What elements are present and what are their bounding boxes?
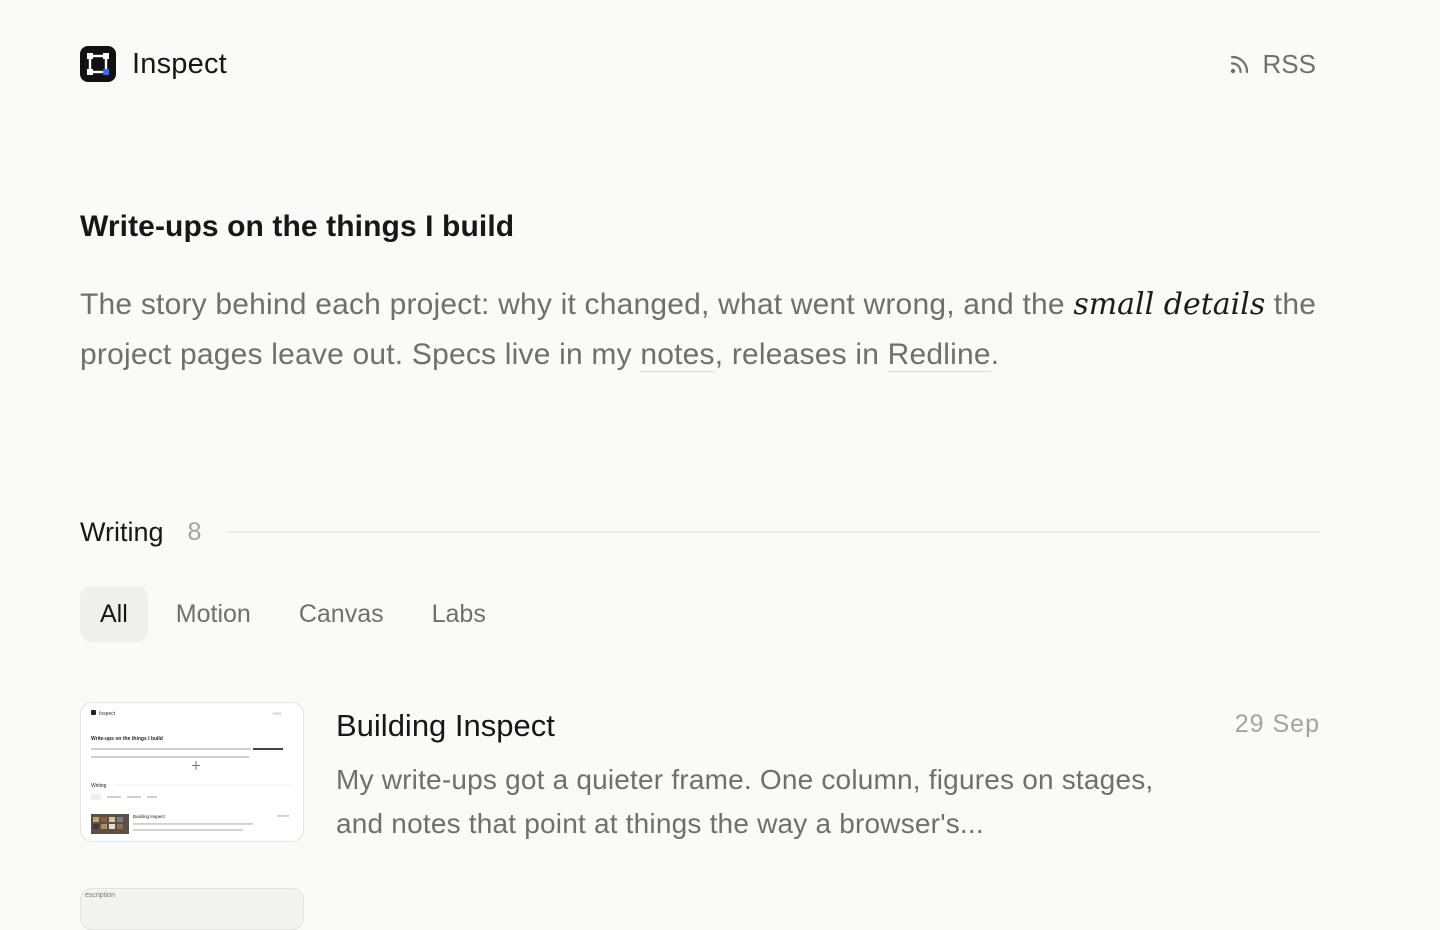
writing-section-header: Writing 8 bbox=[80, 514, 1320, 550]
rss-link[interactable]: RSS bbox=[1229, 49, 1316, 80]
post-title[interactable]: Building Inspect bbox=[336, 708, 555, 744]
post-thumbnail[interactable]: escription bbox=[80, 888, 304, 930]
intro-text-part: . bbox=[990, 338, 1000, 371]
thumb-title-text: Write-ups on the things I build bbox=[91, 736, 163, 742]
post-thumbnail[interactable]: Inspect RSS Write-ups on the things I bu… bbox=[80, 702, 304, 842]
page-title: Write-ups on the things I build bbox=[80, 210, 515, 243]
thumb-caption: escription bbox=[85, 892, 115, 899]
section-count: 8 bbox=[187, 517, 202, 546]
tab-motion[interactable]: Motion bbox=[156, 586, 271, 642]
post-date: 29 Sep bbox=[1234, 710, 1320, 738]
rss-icon bbox=[1229, 53, 1251, 75]
tab-labs[interactable]: Labs bbox=[412, 586, 506, 642]
redline-link[interactable]: Redline bbox=[887, 338, 991, 372]
section-title: Writing bbox=[80, 516, 164, 547]
rss-label: RSS bbox=[1262, 48, 1316, 79]
intro-text-part: , releases in bbox=[714, 338, 888, 371]
brand-name: Inspect bbox=[132, 47, 227, 80]
tab-canvas[interactable]: Canvas bbox=[279, 586, 404, 642]
intro-text: The story behind each project: why it ch… bbox=[80, 280, 1320, 380]
post-row[interactable]: Inspect RSS Write-ups on the things I bu… bbox=[80, 702, 1320, 842]
thumb-rss-text: RSS bbox=[273, 711, 282, 716]
intro-emphasis: small details bbox=[1073, 287, 1266, 322]
thumbnail-preview-image: Inspect RSS Write-ups on the things I bu… bbox=[91, 710, 293, 834]
thumb-brand-text: Inspect bbox=[99, 711, 116, 717]
post-excerpt: My write-ups got a quieter frame. One co… bbox=[336, 764, 1154, 839]
thumb-section-text: Writing bbox=[91, 783, 107, 789]
site-header: Inspect RSS bbox=[80, 46, 1320, 82]
category-tabs: All Motion Canvas Labs bbox=[80, 586, 514, 642]
tab-all[interactable]: All bbox=[80, 586, 148, 642]
intro-text-part: The story behind each project: why it ch… bbox=[80, 288, 1074, 321]
brand-link[interactable]: Inspect bbox=[80, 46, 227, 82]
section-divider bbox=[227, 531, 1320, 533]
logo-icon bbox=[80, 46, 116, 82]
thumb-post-title-text: Building Inspect bbox=[133, 814, 166, 819]
notes-link[interactable]: notes bbox=[640, 338, 715, 372]
